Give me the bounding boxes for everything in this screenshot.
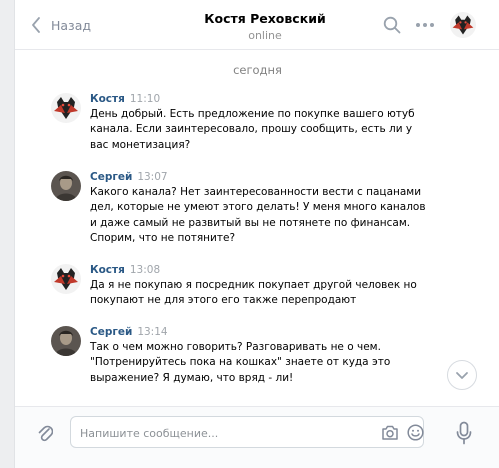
message-meta: Сергей 13:07 [90,171,168,185]
message-text: Так о чем можно говорить? Разговаривать … [90,341,391,384]
microphone-icon[interactable] [456,421,472,445]
message-meta: Костя 11:10 [90,93,160,107]
message-time[interactable]: 13:07 [137,171,167,183]
chat-header: Назад Костя Реховский online [15,0,499,50]
more-icon[interactable] [415,22,435,28]
message-input-box [70,416,424,448]
back-label: Назад [51,17,92,33]
avatar[interactable] [51,171,81,201]
back-chevron-icon [32,17,40,33]
avatar[interactable] [51,93,81,123]
message-text: День добрый. Есть предложение по покупке… [90,108,415,151]
contact-name: Костя Реховский [204,11,326,26]
avatar[interactable] [51,264,81,294]
contact-avatar[interactable] [450,12,476,38]
search-icon[interactable] [383,16,401,34]
message-composer [15,406,499,468]
message-author[interactable]: Сергей [90,326,132,338]
back-button[interactable]: Назад [31,14,91,36]
message-text: Какого канала? Нет заинтересованности ве… [90,186,426,244]
contact-status: online [248,29,282,42]
message-author[interactable]: Сергей [90,171,132,183]
camera-icon[interactable] [381,424,399,441]
message-time[interactable]: 11:10 [130,93,160,105]
message-author[interactable]: Костя [90,93,125,105]
scroll-down-button[interactable] [447,360,477,390]
message-meta: Костя 13:08 [90,264,160,278]
chevron-down-icon [456,371,468,379]
message-item: Костя 13:08 Да я не покупаю я посредник п… [51,264,451,310]
message-input[interactable] [80,424,370,442]
message-time[interactable]: 13:14 [137,326,167,338]
message-author[interactable]: Костя [90,264,125,276]
chat-window: Назад Костя Реховский online сегодня Кос… [14,0,499,468]
avatar[interactable] [51,326,81,356]
message-time[interactable]: 13:08 [130,264,160,276]
message-item: Костя 11:10 День добрый. Есть предложение… [51,93,451,155]
contact-title[interactable]: Костя Реховский online [165,11,365,42]
attach-icon[interactable] [37,422,53,444]
message-item: Сергей 13:07 Какого канала? Нет заинтерес… [51,171,451,249]
smile-icon[interactable] [407,424,424,441]
message-text: Да я не покупаю я посредник покупает дру… [90,279,417,307]
date-separator: сегодня [233,63,282,77]
message-item: Сергей 13:14 Так о чем можно говорить? Ра… [51,326,451,388]
message-meta: Сергей 13:14 [90,326,168,340]
